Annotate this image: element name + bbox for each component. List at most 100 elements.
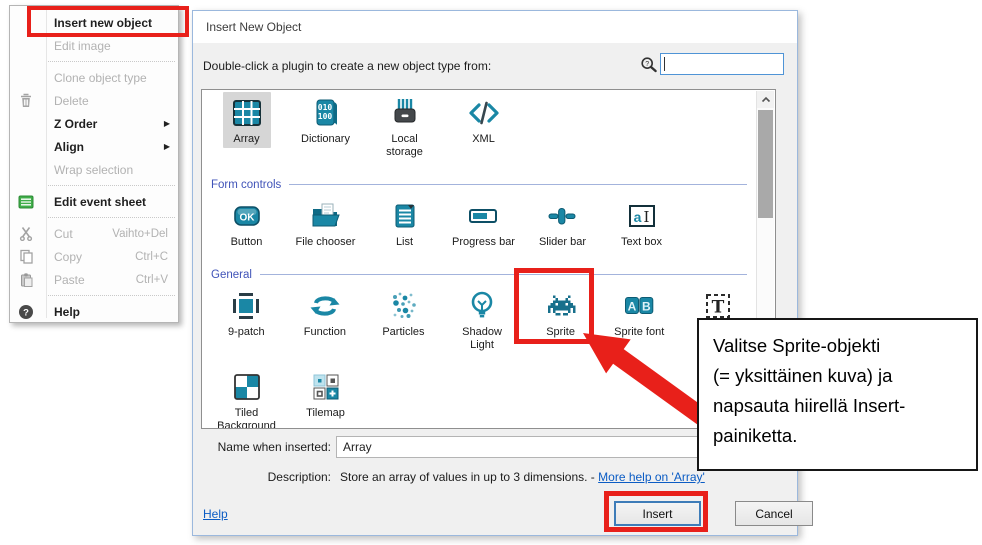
plugin-label: Progress bar: [452, 236, 515, 249]
menu-item-align[interactable]: Align ▶: [10, 135, 178, 158]
plugin-item-list[interactable]: List: [365, 195, 444, 251]
menu-shortcut: Ctrl+V: [136, 274, 168, 286]
plugin-label: Tiled Background: [214, 407, 279, 429]
event-sheet-icon: [17, 194, 35, 210]
menu-item-paste: Paste Ctrl+V: [10, 268, 178, 291]
menu-item-label: Align: [54, 140, 84, 154]
plugin-row: OK Button File chooser List: [202, 195, 757, 251]
text-caret: [664, 57, 665, 71]
plugin-item-array[interactable]: Array: [207, 92, 286, 161]
section-header-form-controls: Form controls: [211, 179, 747, 191]
help-link[interactable]: Help: [203, 507, 228, 521]
plugin-label: List: [396, 236, 413, 249]
plugin-label: File chooser: [296, 236, 356, 249]
trash-icon: [17, 93, 35, 109]
menu-item-label: Paste: [54, 273, 85, 287]
dialog-prompt: Double-click a plugin to create a new ob…: [203, 59, 491, 73]
plugin-item-function[interactable]: Function: [286, 285, 365, 354]
plugin-label: Array: [233, 133, 259, 146]
plugin-item-local-storage[interactable]: Local storage: [365, 92, 444, 161]
local-storage-icon: [388, 96, 422, 130]
plugin-item-tilemap[interactable]: Tilemap: [286, 366, 365, 429]
menu-item-edit-event-sheet[interactable]: Edit event sheet: [10, 190, 178, 213]
dictionary-icon: 010100: [309, 96, 343, 130]
plugin-item-particles[interactable]: Particles: [364, 285, 443, 354]
tilemap-icon: [309, 370, 343, 404]
plugin-item-tiled-background[interactable]: Tiled Background: [207, 366, 286, 429]
svg-text:A: A: [628, 299, 637, 313]
nine-patch-icon: [229, 289, 263, 323]
menu-separator: [48, 61, 175, 62]
search-input[interactable]: [660, 53, 784, 75]
menu-item-label: Clone object type: [54, 71, 147, 85]
menu-item-label: Copy: [54, 250, 82, 264]
plugin-label: Text box: [621, 236, 662, 249]
progress-bar-icon: [466, 199, 500, 233]
plugin-label: 9-patch: [228, 326, 265, 339]
copy-icon: [17, 249, 35, 265]
menu-item-wrap-selection: Wrap selection: [10, 158, 178, 181]
array-icon: [230, 96, 264, 130]
plugin-label: Shadow Light: [450, 326, 515, 352]
menu-item-label: Wrap selection: [54, 163, 133, 177]
help-icon: ?: [17, 304, 35, 320]
plugin-item-dictionary[interactable]: 010100 Dictionary: [286, 92, 365, 161]
menu-item-cut: Cut Vaihto+Del: [10, 222, 178, 245]
annotation-box-insert-button: [604, 491, 708, 532]
menu-item-label: Edit image: [54, 39, 111, 53]
svg-text:100: 100: [317, 112, 332, 121]
menu-item-z-order[interactable]: Z Order ▶: [10, 112, 178, 135]
plugin-item-shadow-light[interactable]: Shadow Light: [443, 285, 522, 354]
menu-item-delete: Delete: [10, 89, 178, 112]
plugin-label: Button: [231, 236, 263, 249]
file-chooser-icon: [308, 199, 342, 233]
description-body: Store an array of values in up to 3 dime…: [340, 470, 595, 484]
plugin-item-slider-bar[interactable]: Slider bar: [523, 195, 602, 251]
plugin-item-xml[interactable]: XML: [444, 92, 523, 161]
svg-text:010: 010: [317, 103, 332, 112]
svg-text:?: ?: [645, 61, 649, 68]
plugin-label: Slider bar: [539, 236, 586, 249]
menu-item-copy: Copy Ctrl+C: [10, 245, 178, 268]
submenu-arrow-icon: ▶: [164, 142, 170, 151]
scissors-icon: [17, 226, 35, 242]
scroll-up-arrow-icon[interactable]: [757, 91, 774, 108]
svg-text:OK: OK: [239, 212, 255, 223]
plugin-item-button[interactable]: OK Button: [207, 195, 286, 251]
plugin-label: Tilemap: [306, 407, 345, 420]
section-header-general: General: [211, 269, 747, 281]
function-icon: [308, 289, 342, 323]
menu-item-help[interactable]: ? Help: [10, 300, 178, 323]
svg-text:a: a: [633, 209, 641, 225]
plugin-item-9-patch[interactable]: 9-patch: [207, 285, 286, 354]
scrollbar-thumb[interactable]: [758, 110, 773, 218]
menu-shortcut: Vaihto+Del: [112, 228, 168, 240]
plugin-item-text-box[interactable]: aI Text box: [602, 195, 681, 251]
plugin-item-file-chooser[interactable]: File chooser: [286, 195, 365, 251]
plugin-label: XML: [472, 133, 495, 146]
more-help-link[interactable]: More help on 'Array': [598, 470, 705, 484]
cancel-button[interactable]: Cancel: [735, 501, 813, 526]
plugin-label: Function: [304, 326, 346, 339]
xml-icon: [467, 96, 501, 130]
dialog-title: Insert New Object: [193, 11, 797, 43]
menu-separator: [48, 217, 175, 218]
plugin-row: Array 010100 Dictionary Local storage: [202, 92, 757, 161]
name-when-inserted-label: Name when inserted:: [193, 440, 331, 454]
search-icon: ?: [640, 56, 658, 74]
particles-icon: [386, 289, 420, 323]
menu-item-clone-object-type: Clone object type: [10, 66, 178, 89]
button-icon: OK: [230, 199, 264, 233]
shadow-light-icon: [465, 289, 499, 323]
annotation-box-sprite: [514, 268, 594, 344]
plugin-item-progress-bar[interactable]: Progress bar: [444, 195, 523, 251]
sprite-font-icon: AB: [622, 289, 656, 323]
menu-separator: [48, 185, 175, 186]
svg-text:I: I: [643, 208, 649, 226]
slider-bar-icon: [545, 199, 579, 233]
annotation-callout: Valitse Sprite-objekti (= yksittäinen ku…: [697, 318, 978, 471]
svg-text:?: ?: [23, 307, 29, 318]
submenu-arrow-icon: ▶: [164, 119, 170, 128]
menu-item-label: Z Order: [54, 117, 97, 131]
annotation-box-insert-new-object: [27, 6, 189, 37]
